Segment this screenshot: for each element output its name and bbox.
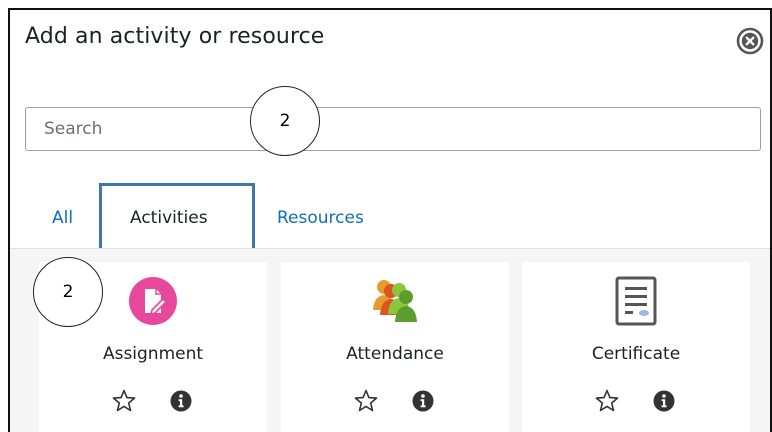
tab-resources[interactable]: Resources (277, 208, 364, 228)
info-button-assignment[interactable] (169, 389, 193, 413)
close-button[interactable] (735, 26, 765, 56)
star-button-certificate[interactable] (594, 388, 620, 414)
module-card-attendance[interactable]: Attendance (281, 262, 509, 432)
callout-marker-card: 2 (33, 257, 103, 327)
close-circle-icon (736, 27, 764, 55)
star-button-assignment[interactable] (111, 388, 137, 414)
frame-border-top (8, 8, 772, 10)
module-label-certificate: Certificate (591, 344, 681, 364)
info-button-attendance[interactable] (411, 389, 435, 413)
star-outline-icon (595, 389, 619, 412)
info-circle-icon (653, 390, 675, 412)
search-input[interactable] (25, 107, 761, 151)
info-circle-icon (170, 390, 192, 412)
tab-all[interactable]: All (52, 208, 73, 228)
activity-chooser-dialog: Add an activity or resource 2 All Activi… (0, 0, 772, 432)
tab-activities[interactable]: Activities (130, 208, 208, 228)
certificate-icon (611, 276, 661, 326)
info-circle-icon (412, 390, 434, 412)
callout-marker-search: 2 (250, 86, 320, 156)
star-outline-icon (354, 389, 378, 412)
assignment-icon (128, 276, 178, 326)
dialog-title: Add an activity or resource (25, 24, 325, 49)
star-outline-icon (112, 389, 136, 412)
module-label-assignment: Assignment (102, 344, 204, 364)
info-button-certificate[interactable] (652, 389, 676, 413)
module-label-attendance: Attendance (346, 344, 444, 364)
star-button-attendance[interactable] (353, 388, 379, 414)
attendance-icon (370, 276, 420, 326)
module-card-certificate[interactable]: Certificate (522, 262, 750, 432)
